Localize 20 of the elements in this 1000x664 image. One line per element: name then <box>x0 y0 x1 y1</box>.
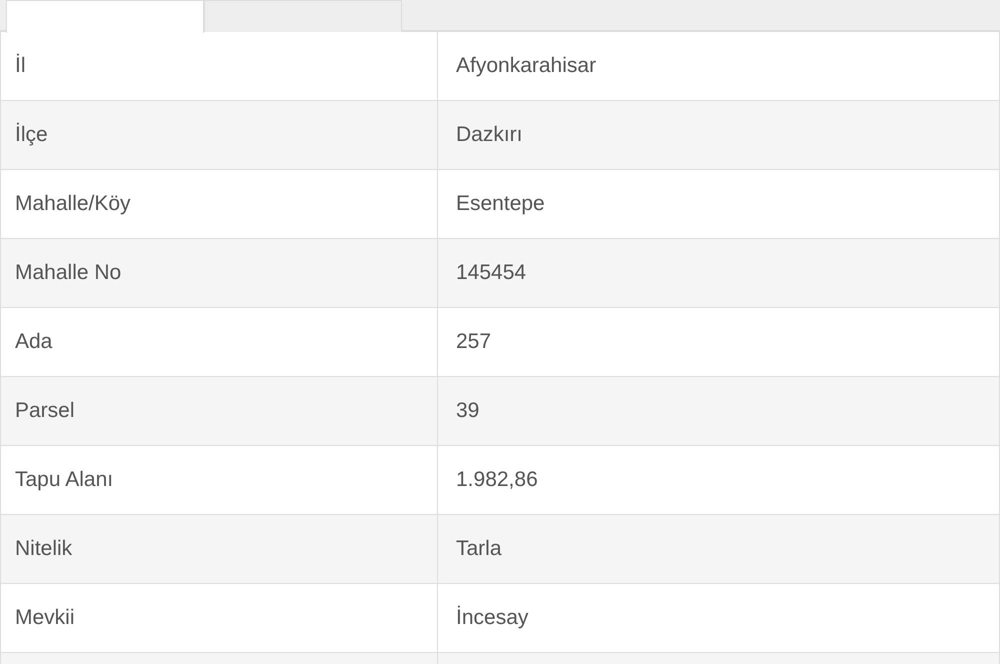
table-cell: Tapu Alanı <box>1 446 438 514</box>
table-cell: 39 <box>438 377 1000 445</box>
table-cell: Ada <box>1 308 438 376</box>
table-cell: Nitelik <box>1 515 438 583</box>
table-cell: Dazkırı <box>438 101 1000 169</box>
table-cell: İlçe <box>1 101 438 169</box>
table-cell: 257 <box>438 308 1000 376</box>
table-cell: 1.982,86 <box>438 446 1000 514</box>
table-cell: Mahalle/Köy <box>1 170 438 238</box>
table-cell: Esentepe <box>438 170 1000 238</box>
table-cell: Parsel <box>1 377 438 445</box>
table-cell: Tarla <box>438 515 1000 583</box>
tab[interactable] <box>6 0 204 33</box>
tab[interactable] <box>204 0 402 32</box>
table-cell: Mahalle No <box>1 239 438 307</box>
table-cell: Afyonkarahisar <box>438 32 1000 100</box>
table-cell: İncesay <box>438 584 1000 652</box>
table-cell: Mevkii <box>1 584 438 652</box>
table-cell: İl <box>1 32 438 100</box>
table-cell: 145454 <box>438 239 1000 307</box>
